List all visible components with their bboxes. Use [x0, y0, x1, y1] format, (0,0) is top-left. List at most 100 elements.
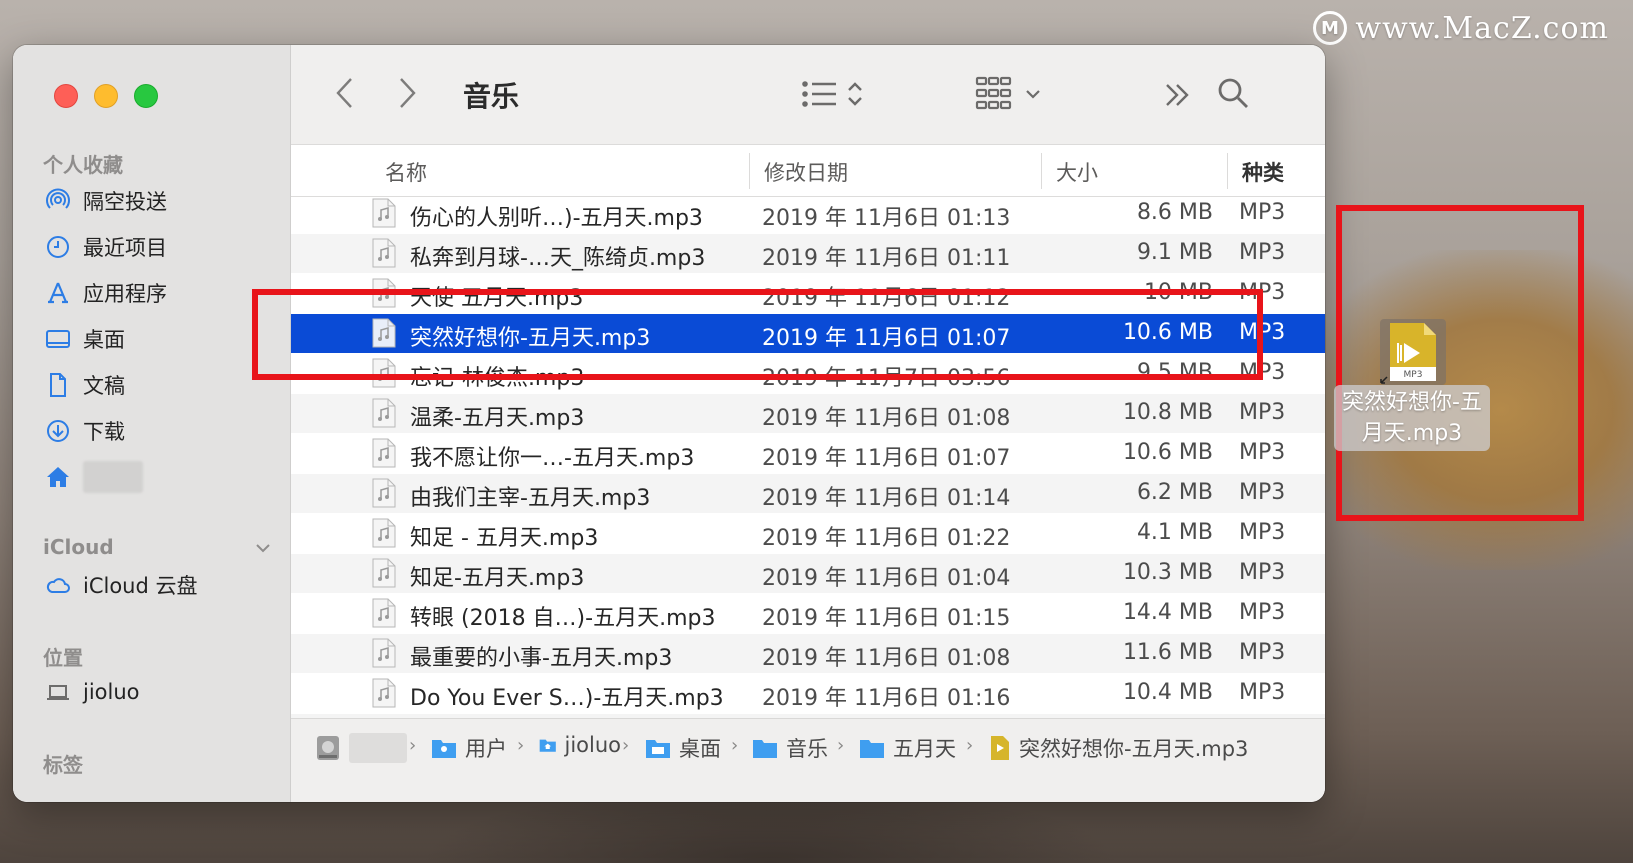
file-date: 2019 年 11月6日 01:13	[762, 206, 1011, 231]
home-icon	[45, 464, 71, 490]
hard-disk-icon	[317, 736, 339, 760]
minimize-window-button[interactable]	[94, 84, 118, 108]
window-controls	[54, 84, 158, 108]
column-divider[interactable]	[749, 153, 750, 189]
home-folder-name-redacted	[83, 461, 143, 493]
crumb-home[interactable]: jioluo	[539, 733, 621, 757]
file-list: 伤心的人别听…)-五月天.mp3 2019 年 11月6日 01:13 8.6 MB…	[291, 197, 1325, 718]
double-chevron-right-icon	[1166, 84, 1189, 106]
laptop-icon	[45, 679, 71, 705]
desktop-file-label[interactable]: 突然好想你-五月天.mp3	[1334, 385, 1490, 451]
file-date: 2019 年 11月6日 01:16	[762, 686, 1011, 711]
file-row[interactable]: 知足-五月天.mp3 2019 年 11月6日 01:04 10.3 MB MP3	[291, 554, 1325, 593]
audio-file-icon	[372, 398, 396, 428]
audio-file-icon	[372, 558, 396, 588]
crumb-users[interactable]: 用户	[431, 733, 507, 763]
column-header-size[interactable]: 大小	[1056, 157, 1098, 187]
view-mode-list-button[interactable]	[801, 75, 869, 113]
file-kind: MP3	[1239, 480, 1286, 505]
crumb-desktop[interactable]: 桌面	[645, 733, 721, 763]
chevron-right-icon: ›	[731, 735, 739, 756]
file-name: 由我们主宰-五月天.mp3	[410, 486, 651, 511]
chevron-right-icon: ›	[837, 735, 845, 756]
sidebar-item-label: 最近项目	[83, 236, 167, 260]
file-name: 转眼 (2018 自…)-五月天.mp3	[410, 606, 716, 631]
group-button[interactable]	[975, 75, 1045, 115]
audio-file-icon	[372, 438, 396, 468]
file-kind: MP3	[1239, 440, 1286, 465]
file-row[interactable]: 温柔-五月天.mp3 2019 年 11月6日 01:08 10.8 MB MP3	[291, 394, 1325, 433]
sidebar-item-label: 文稿	[83, 374, 125, 398]
macz-logo-icon: M	[1313, 11, 1348, 45]
column-divider[interactable]	[1041, 153, 1042, 189]
crumb-file[interactable]: 突然好想你-五月天.mp3	[989, 733, 1248, 763]
sidebar-item-documents[interactable]: 文稿	[45, 365, 125, 405]
audio-file-icon	[372, 638, 396, 668]
sidebar-item-desktop[interactable]: 桌面	[45, 319, 125, 359]
file-row[interactable]: Do You Ever S…)-五月天.mp3 2019 年 11月6日 01:1…	[291, 674, 1325, 713]
file-row[interactable]: 知足 - 五月天.mp3 2019 年 11月6日 01:22 4.1 MB MP3	[291, 514, 1325, 553]
chevron-down-icon[interactable]	[253, 538, 273, 558]
more-toolbar-button[interactable]	[1159, 75, 1195, 115]
file-name: 温柔-五月天.mp3	[410, 406, 585, 431]
sidebar-item-home[interactable]	[45, 457, 143, 497]
file-size: 4.1 MB	[1136, 520, 1213, 545]
sidebar-item-label: 隔空投送	[83, 190, 167, 214]
sidebar-item-applications[interactable]: 应用程序	[45, 273, 167, 313]
file-row[interactable]: 转眼 (2018 自…)-五月天.mp3 2019 年 11月6日 01:15 14…	[291, 594, 1325, 633]
audio-file-icon	[372, 678, 396, 708]
sidebar-item-icloud-drive[interactable]: iCloud 云盘	[45, 565, 198, 605]
watermark-text: www.MacZ.com	[1355, 10, 1609, 46]
crumb-label: jioluo	[564, 733, 621, 757]
file-size: 10.8 MB	[1122, 400, 1213, 425]
column-header-kind[interactable]: 种类	[1242, 157, 1284, 187]
crumb-label: 音乐	[786, 737, 828, 761]
file-kind: MP3	[1239, 200, 1286, 225]
file-kind: MP3	[1239, 240, 1286, 265]
file-date: 2019 年 11月6日 01:14	[762, 486, 1011, 511]
file-name: 知足 - 五月天.mp3	[410, 526, 599, 551]
cloud-icon	[45, 572, 71, 598]
finder-window: 个人收藏 隔空投送 最近项目 应用程序 桌面 文稿 下载 iCloud iClo…	[13, 45, 1325, 802]
file-date: 2019 年 11月6日 01:15	[762, 606, 1011, 631]
sidebar-item-label: 应用程序	[83, 282, 167, 306]
close-window-button[interactable]	[54, 84, 78, 108]
crumb-label: 五月天	[893, 737, 956, 761]
airdrop-icon	[45, 188, 71, 214]
mp3-file-icon[interactable]: MP3	[1380, 319, 1446, 385]
file-row[interactable]: 我不愿让你一…-五月天.mp3 2019 年 11月6日 01:07 10.6 MB…	[291, 434, 1325, 473]
search-button[interactable]	[1213, 73, 1253, 113]
crumb-disk[interactable]	[315, 733, 407, 763]
file-row[interactable]: 私奔到月球-…天_陈绮贞.mp3 2019 年 11月6日 01:11 9.1 MB…	[291, 234, 1325, 273]
sidebar-section-icloud: iCloud	[43, 535, 114, 559]
file-size: 10.3 MB	[1122, 560, 1213, 585]
folder-icon	[860, 740, 884, 758]
file-row[interactable]: 最重要的小事-五月天.mp3 2019 年 11月6日 01:08 11.6 MB M…	[291, 634, 1325, 673]
clock-icon	[45, 234, 71, 260]
file-row[interactable]: 伤心的人别听…)-五月天.mp3 2019 年 11月6日 01:13 8.6 MB…	[291, 197, 1325, 233]
column-header-name[interactable]: 名称	[385, 157, 427, 187]
sidebar-item-airdrop[interactable]: 隔空投送	[45, 181, 167, 221]
chevron-left-icon	[336, 78, 352, 108]
desktop-folder-icon	[646, 740, 670, 758]
audio-file-icon	[372, 238, 396, 268]
back-button[interactable]	[329, 73, 361, 113]
sidebar-item-mac[interactable]: jioluo	[45, 672, 140, 712]
search-icon	[1218, 78, 1248, 108]
column-header-date[interactable]: 修改日期	[764, 157, 848, 187]
mp3-file-icon	[991, 736, 1009, 760]
file-row[interactable]: 由我们主宰-五月天.mp3 2019 年 11月6日 01:14 6.2 MB MP3	[291, 474, 1325, 513]
file-name: Do You Ever S…)-五月天.mp3	[410, 686, 724, 711]
file-name: 私奔到月球-…天_陈绮贞.mp3	[410, 246, 706, 271]
column-divider[interactable]	[1227, 153, 1228, 189]
sidebar-item-recents[interactable]: 最近项目	[45, 227, 167, 267]
file-name: 知足-五月天.mp3	[410, 566, 585, 591]
sidebar-item-downloads[interactable]: 下载	[45, 411, 125, 451]
zoom-window-button[interactable]	[134, 84, 158, 108]
forward-button[interactable]	[391, 73, 423, 113]
file-date: 2019 年 11月6日 01:07	[762, 446, 1011, 471]
crumb-music[interactable]: 音乐	[752, 733, 828, 763]
crumb-mayday[interactable]: 五月天	[859, 733, 956, 763]
file-size: 11.6 MB	[1122, 640, 1213, 665]
download-icon	[45, 418, 71, 444]
